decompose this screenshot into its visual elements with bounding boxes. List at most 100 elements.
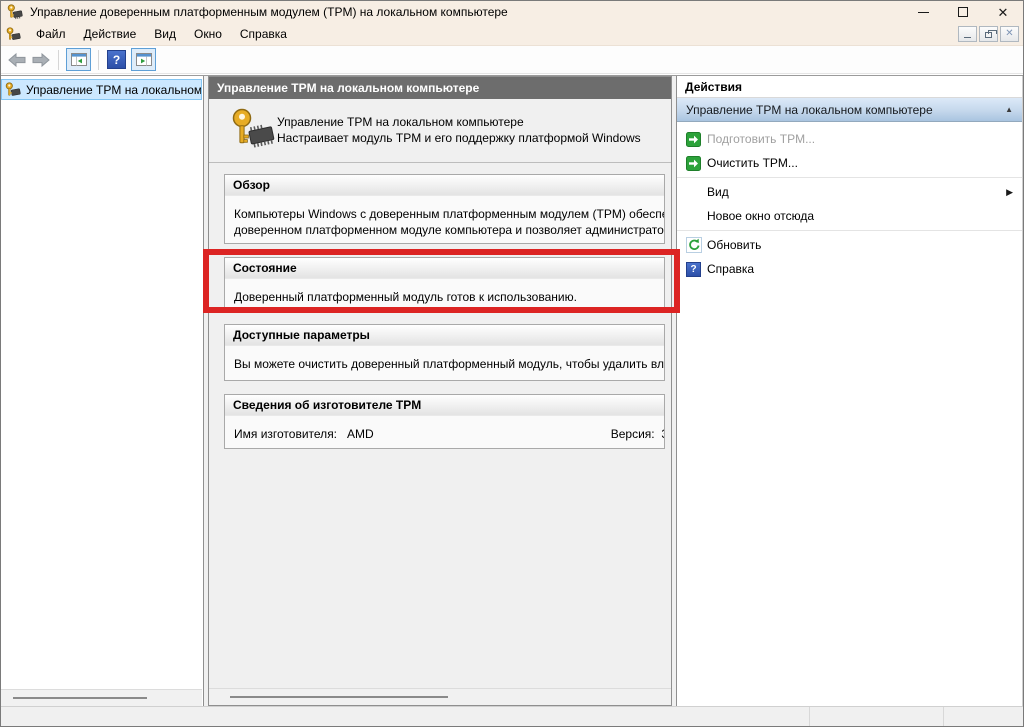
actions-group-label: Управление TPM на локальном компьютере (686, 102, 933, 117)
menu-item-view[interactable]: Вид (145, 23, 185, 45)
menu-bar: Файл Действие Вид Окно Справка ✕ (1, 23, 1023, 46)
action-new-window[interactable]: Новое окно отсюда (677, 204, 1022, 228)
tree-horizontal-scrollbar[interactable] (1, 689, 202, 706)
section-overview-title: Обзор (225, 175, 664, 196)
manufacturer-value: AMD (347, 427, 374, 441)
refresh-icon (680, 237, 707, 253)
section-manufacturer-info: Сведения об изготовителе TPM Имя изготов… (224, 394, 665, 449)
mdi-restore-button[interactable] (979, 26, 998, 42)
console-tree-icon (70, 53, 87, 66)
section-overview: Обзор Компьютеры Windows с доверенным пл… (224, 174, 665, 244)
scrollbar-thumb[interactable] (230, 696, 448, 698)
console-tree-pane: Управление TPM на локальном к (1, 76, 204, 706)
intro-text: Управление TPM на локальном компьютере Н… (277, 114, 641, 146)
actions-separator (677, 230, 1022, 231)
menu-item-file[interactable]: Файл (27, 23, 75, 45)
tree-item-label: Управление TPM на локальном к (26, 82, 202, 97)
section-available-options-title: Доступные параметры (225, 325, 664, 346)
action-prepare-tpm: Подготовить TPM... (677, 127, 1022, 151)
action-refresh[interactable]: Обновить (677, 233, 1022, 257)
back-button[interactable] (5, 49, 29, 71)
tpm-management-window: Управление доверенным платформенным моду… (0, 0, 1024, 727)
maximize-icon (958, 7, 968, 17)
actions-pane: Действия Управление TPM на локальном ком… (676, 76, 1023, 706)
content-pane: Управление TPM на локальном компьютере У… (208, 76, 672, 706)
actions-separator (677, 177, 1022, 178)
forward-button[interactable] (29, 49, 53, 71)
intro-title: Управление TPM на локальном компьютере (277, 115, 524, 129)
mdi-minimize-button[interactable] (958, 26, 977, 42)
content-pane-title: Управление TPM на локальном компьютере (209, 77, 671, 99)
action-clear-tpm-label: Очистить TPM... (707, 156, 798, 170)
green-arrow-icon (680, 131, 707, 147)
mdi-minimize-icon (964, 36, 971, 38)
status-bar-separator (809, 707, 810, 726)
green-arrow-icon (680, 155, 707, 171)
menu-item-window[interactable]: Окно (185, 23, 231, 45)
action-pane-toggle-button[interactable] (131, 48, 156, 71)
version-value: 3.5 (661, 427, 664, 441)
console-tree-toggle-button[interactable] (66, 48, 91, 71)
scrollbar-thumb[interactable] (13, 697, 147, 699)
minimize-icon (917, 11, 929, 13)
tpm-key-chip-icon (7, 4, 23, 20)
toolbar-help-button[interactable]: ? (107, 50, 126, 69)
actions-pane-title: Действия (677, 76, 1022, 98)
mdi-close-button[interactable]: ✕ (1000, 26, 1019, 42)
action-help-label: Справка (707, 262, 755, 276)
toolbar-separator (58, 49, 59, 70)
section-manufacturer-body: Имя изготовителя: AMD Версия: 3.5 (225, 416, 664, 448)
section-manufacturer-title: Сведения об изготовителе TPM (225, 395, 664, 416)
action-pane-icon (135, 53, 152, 66)
intro-banner: Управление TPM на локальном компьютере Н… (209, 99, 671, 163)
action-prepare-tpm-label: Подготовить TPM... (707, 132, 816, 146)
mdi-restore-icon (985, 30, 997, 38)
help-icon: ? (680, 261, 707, 277)
main-area: Управление TPM на локальном к Управление… (1, 75, 1023, 706)
maximize-button[interactable] (943, 1, 983, 23)
version-field: Версия: 3.5 (610, 426, 664, 442)
forward-arrow-icon (32, 52, 50, 67)
status-bar-separator (943, 707, 944, 726)
action-help[interactable]: ? Справка (677, 257, 1022, 281)
overview-line-1: Компьютеры Windows с доверенным платформ… (234, 207, 665, 221)
menu-item-action[interactable]: Действие (75, 23, 146, 45)
tpm-key-chip-icon-large (231, 108, 277, 152)
close-icon: ✕ (997, 4, 1009, 20)
window-title: Управление доверенным платформенным моду… (30, 5, 508, 19)
action-refresh-label: Обновить (707, 238, 762, 252)
menu-item-help[interactable]: Справка (231, 23, 296, 45)
help-icon: ? (112, 52, 121, 67)
action-view-label: Вид (707, 185, 729, 199)
overview-line-2: доверенном платформенном модуле компьюте… (234, 223, 665, 237)
toolbar: ? (1, 46, 1023, 74)
close-button[interactable]: ✕ (983, 1, 1023, 23)
section-available-options-body: Вы можете очистить доверенный платформен… (234, 357, 665, 371)
submenu-arrow-icon: ▶ (1006, 186, 1013, 197)
action-new-window-label: Новое окно отсюда (707, 209, 815, 223)
action-clear-tpm[interactable]: Очистить TPM... (677, 151, 1022, 175)
section-list: Обзор Компьютеры Windows с доверенным пл… (209, 163, 671, 449)
toolbar-separator (98, 49, 99, 70)
collapse-icon[interactable]: ▲ (1005, 105, 1013, 114)
tree-item-tpm-management[interactable]: Управление TPM на локальном к (1, 79, 202, 100)
section-overview-body: Компьютеры Windows с доверенным платформ… (225, 196, 665, 243)
tpm-key-chip-icon-tree (5, 81, 21, 98)
tpm-key-chip-icon-small (6, 26, 21, 42)
section-status: Состояние Доверенный платформенный модул… (224, 257, 665, 311)
title-bar: Управление доверенным платформенным моду… (1, 1, 1023, 23)
version-label: Версия: (610, 427, 655, 441)
status-bar (1, 706, 1023, 726)
window-controls: ✕ (903, 1, 1023, 23)
manufacturer-label: Имя изготовителя: (234, 427, 338, 441)
mdi-close-icon: ✕ (1005, 28, 1014, 39)
mdi-window-controls: ✕ (958, 26, 1023, 42)
intro-subtitle: Настраивает модуль TPM и его поддержку п… (277, 131, 641, 145)
section-status-title: Состояние (225, 258, 664, 279)
section-status-body: Доверенный платформенный модуль готов к … (234, 290, 577, 304)
content-horizontal-scrollbar[interactable] (209, 688, 671, 705)
actions-group-header[interactable]: Управление TPM на локальном компьютере ▲ (677, 98, 1022, 122)
minimize-button[interactable] (903, 1, 943, 23)
back-arrow-icon (8, 52, 26, 67)
action-view[interactable]: Вид ▶ (677, 180, 1022, 204)
